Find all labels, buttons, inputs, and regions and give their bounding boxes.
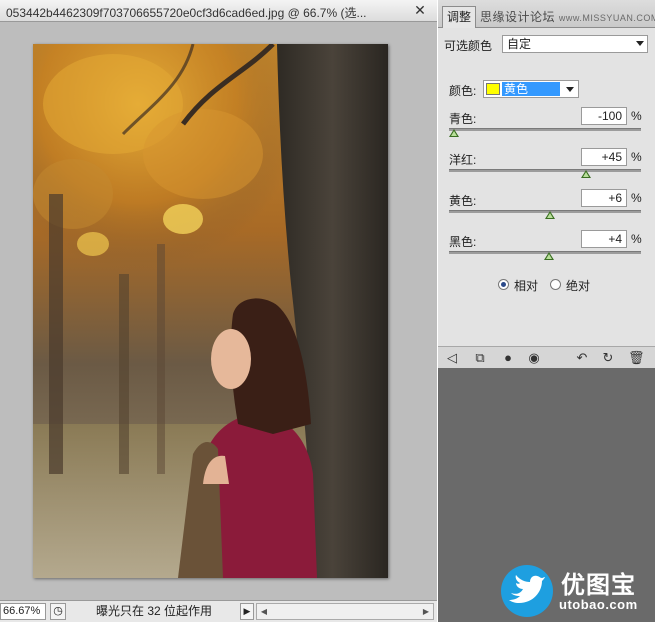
panel-toolbar: ◁ ⧉ ● ◉ ↶ ↻ 🗑 — [438, 346, 655, 368]
status-message: 曝光只在 32 位起作用 — [95, 604, 213, 618]
slider-magenta-track[interactable] — [449, 169, 641, 172]
preset-value: 自定 — [507, 37, 532, 51]
selective-color-settings: 可选颜色 自定 颜色: 黄色 青色: -100 % 洋红: +45 % 黄色: … — [438, 28, 655, 368]
reset-icon[interactable]: ↻ — [600, 350, 616, 366]
slider-black-value[interactable]: +4 — [581, 230, 627, 248]
colors-select[interactable]: 黄色 — [483, 80, 579, 98]
brand-logo: 优图宝 utobao.com — [501, 563, 653, 619]
watermark-text: 思缘设计论坛 www.MISSYUAN.COM — [480, 8, 655, 25]
status-info-icon[interactable]: ◷ — [50, 603, 66, 620]
eye-icon[interactable]: ◉ — [526, 350, 542, 366]
percent-sign: % — [631, 191, 642, 205]
expand-view-icon[interactable]: ⧉ — [472, 350, 488, 366]
slider-magenta-label: 洋红: — [449, 153, 477, 167]
view-previous-icon[interactable]: ↶ — [574, 350, 590, 366]
document-window: 053442b4462309f703706655720e0cf3d6cad6ed… — [0, 0, 437, 622]
document-title: 053442b4462309f703706655720e0cf3d6cad6ed… — [6, 6, 367, 20]
radio-relative[interactable] — [498, 279, 509, 290]
slider-cyan-thumb[interactable] — [449, 129, 459, 137]
back-arrow-icon[interactable]: ◁ — [444, 350, 460, 366]
watermark-en: www.MISSYUAN.COM — [558, 13, 655, 23]
chevron-down-icon — [566, 87, 574, 92]
percent-sign: % — [631, 232, 642, 246]
adjustment-title: 可选颜色 — [444, 39, 493, 53]
trash-icon[interactable]: 🗑 — [628, 350, 645, 366]
percent-sign: % — [631, 109, 642, 123]
slider-magenta-thumb[interactable] — [580, 170, 591, 178]
slider-yellow-value[interactable]: +6 — [581, 189, 627, 207]
watermark-cn: 思缘设计论坛 — [480, 10, 556, 24]
logo-text-en: utobao.com — [559, 597, 638, 612]
radio-absolute[interactable] — [550, 279, 561, 290]
preset-select[interactable]: 自定 — [502, 35, 648, 53]
slider-black-label: 黑色: — [449, 235, 477, 249]
horizontal-scrollbar[interactable]: ◀ ▶ — [256, 603, 434, 620]
status-menu-button[interactable]: ▶ — [240, 603, 254, 620]
method-radio-group: 相对 绝对 — [498, 277, 648, 293]
radio-absolute-label[interactable]: 绝对 — [566, 277, 590, 294]
slider-magenta-value[interactable]: +45 — [581, 148, 627, 166]
chevron-down-icon — [636, 41, 644, 46]
logo-text-cn: 优图宝 — [561, 572, 636, 599]
status-bar: 66.67% ◷ 曝光只在 32 位起作用 ▶ ◀ ▶ — [0, 600, 437, 622]
tab-adjustments[interactable]: 调整 — [442, 6, 476, 28]
canvas-area[interactable] — [0, 22, 437, 600]
zoom-level-field[interactable]: 66.67% — [0, 603, 46, 620]
photo-canvas[interactable] — [33, 44, 388, 578]
scroll-left-icon[interactable]: ◀ — [257, 604, 271, 619]
slider-cyan-value[interactable]: -100 — [581, 107, 627, 125]
slider-yellow-thumb[interactable] — [545, 211, 556, 219]
slider-yellow-label: 黄色: — [449, 194, 477, 208]
adjustments-panel: 调整 思缘设计论坛 www.MISSYUAN.COM 可选颜色 自定 颜色: 黄… — [438, 0, 655, 622]
slider-black-thumb[interactable] — [543, 252, 554, 260]
slider-cyan-label: 青色: — [449, 112, 477, 126]
clip-layer-icon[interactable]: ● — [500, 350, 516, 366]
percent-sign: % — [631, 150, 642, 164]
close-icon[interactable]: ✕ — [410, 2, 430, 19]
panel-tab-bar: 调整 思缘设计论坛 www.MISSYUAN.COM — [438, 0, 655, 28]
color-swatch — [486, 83, 500, 95]
document-title-bar[interactable]: 053442b4462309f703706655720e0cf3d6cad6ed… — [0, 0, 437, 22]
radio-relative-label[interactable]: 相对 — [514, 277, 538, 294]
slider-cyan-track[interactable] — [449, 128, 641, 131]
photo-image — [33, 44, 388, 578]
scroll-right-icon[interactable]: ▶ — [419, 604, 433, 619]
bird-icon — [509, 575, 545, 603]
colors-value: 黄色 — [502, 82, 560, 96]
colors-label: 颜色: — [449, 84, 477, 98]
